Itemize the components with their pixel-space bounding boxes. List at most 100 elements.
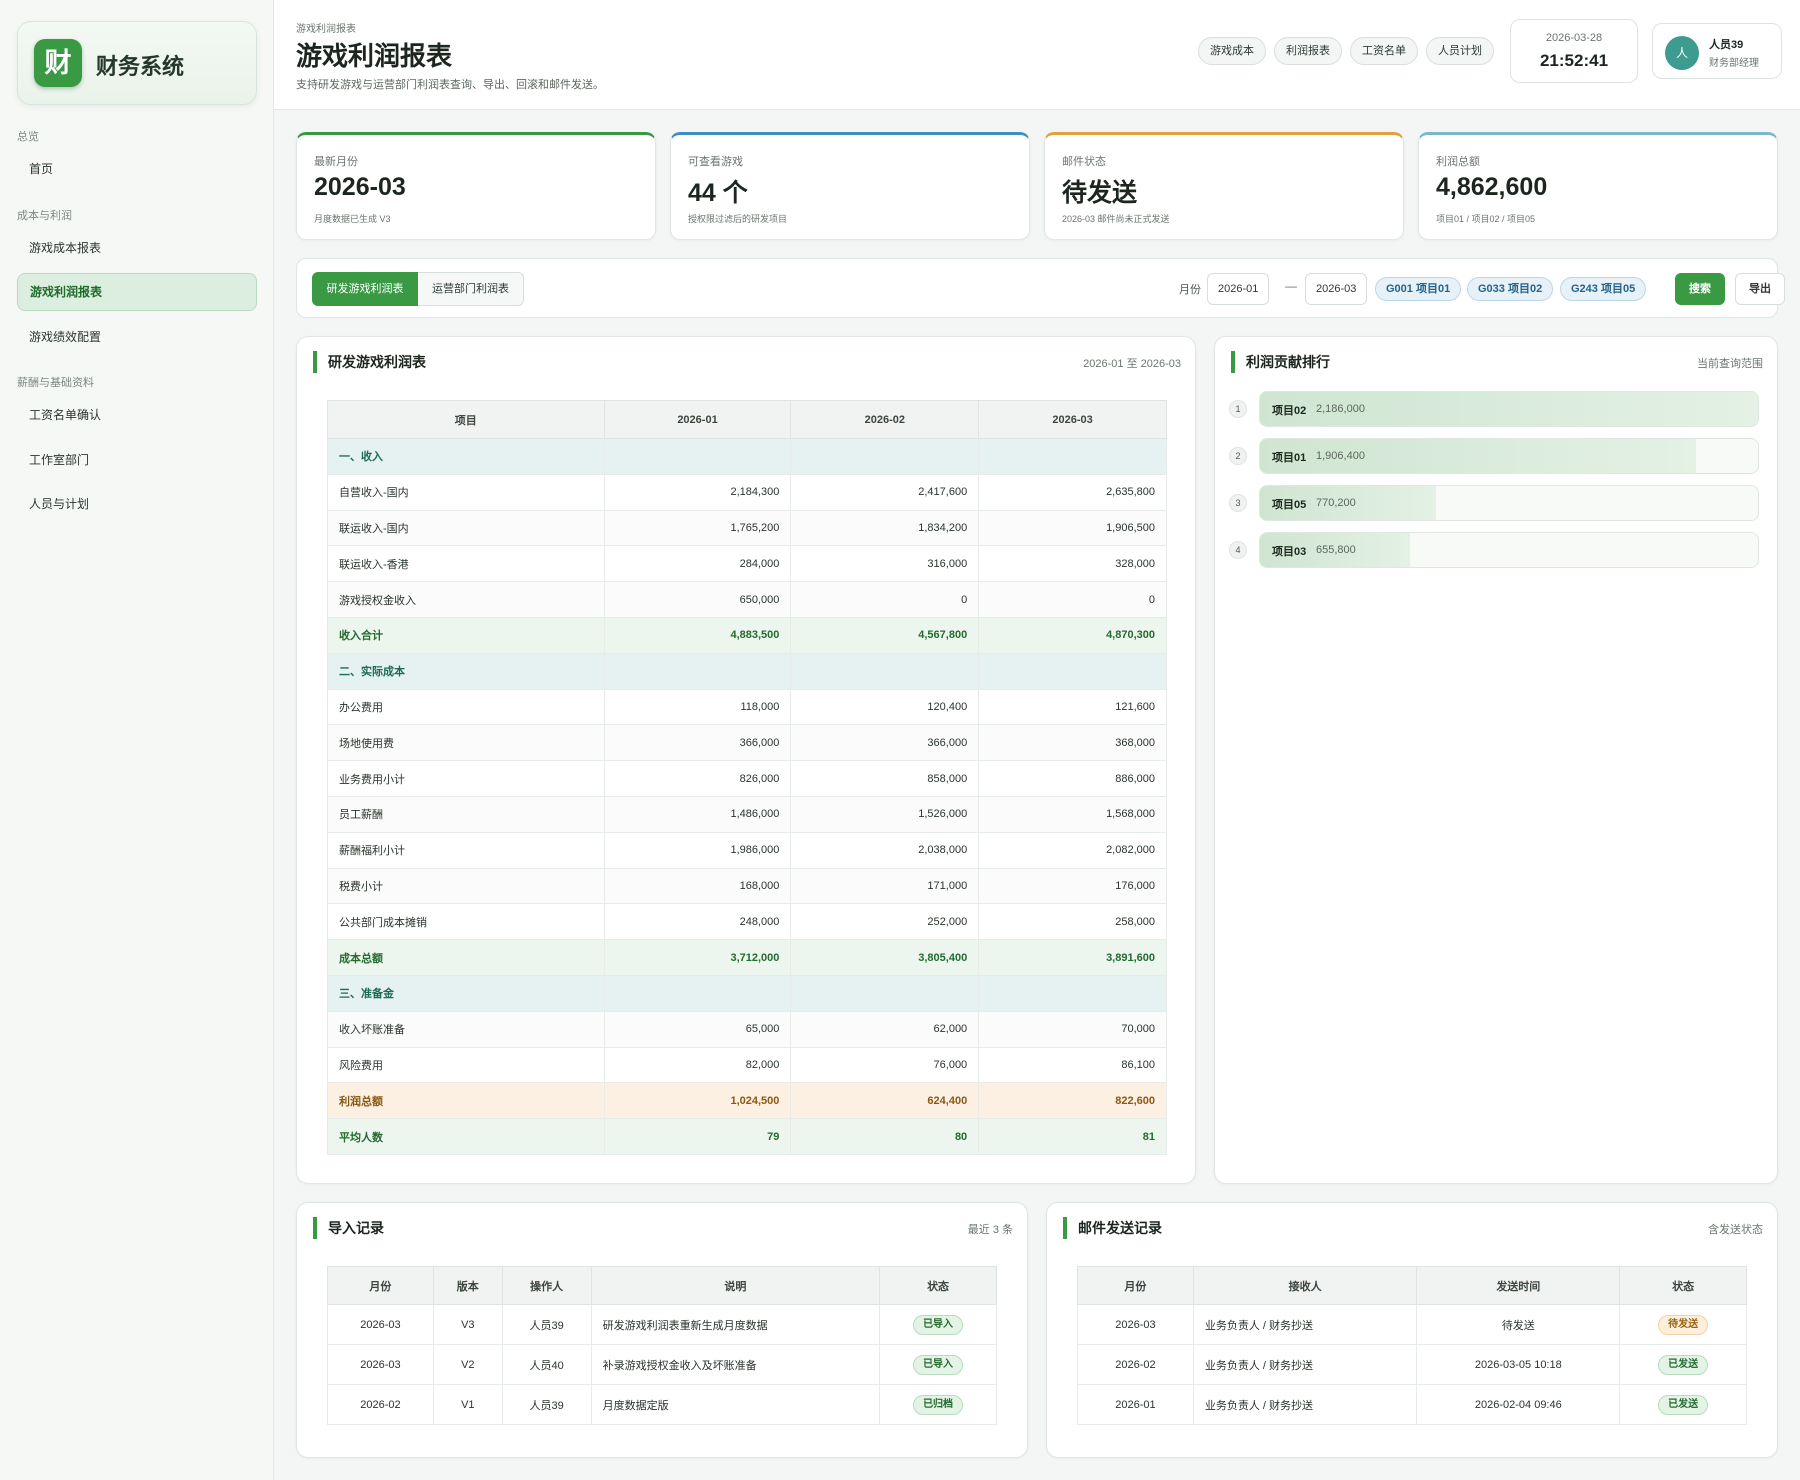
month-cell: 2026-01 [1077, 1384, 1194, 1425]
stat-value: 待发送 [1062, 179, 1138, 207]
panel-title: 邮件发送记录 [1063, 1217, 1162, 1239]
month-value: 1,765,200 [603, 509, 792, 547]
month-value: 0 [790, 581, 980, 618]
rank-number: 4 [1229, 541, 1247, 559]
month-value: 366,000 [603, 724, 792, 762]
top-bar: 游戏利润报表 游戏利润报表 支持研发游戏与运营部门利润表查询、导出、回滚和邮件发… [274, 0, 1800, 110]
tab-rd-game-profit[interactable]: 研发游戏利润表 [312, 272, 418, 306]
row-label: 三、准备金 [327, 974, 605, 1012]
status-cell: 已归档 [879, 1384, 997, 1425]
user-card[interactable]: 人 人员39 财务部经理 [1652, 23, 1782, 79]
month-label: 月份 [1179, 284, 1201, 296]
quick-link-staff-plan[interactable]: 人员计划 [1426, 37, 1494, 65]
column-header: 月份 [1077, 1266, 1194, 1305]
month-value: 284,000 [603, 545, 792, 583]
quick-link-game-cost[interactable]: 游戏成本 [1198, 37, 1266, 65]
ranking-item[interactable]: 4 项目03 655,800 [1229, 532, 1759, 568]
status-badge: 已导入 [913, 1314, 964, 1335]
table-row: 自营收入-国内 2,184,300 2,417,600 2,635,800 [327, 473, 1167, 511]
column-header: 说明 [590, 1266, 881, 1305]
sidebar: 财 财务系统 总览 首页 成本与利润 游戏成本报表 游戏利润报表 游戏绩效配置 … [0, 0, 274, 1480]
sidebar-item-game-profit-report[interactable]: 游戏利润报表 [17, 273, 257, 311]
sidebar-item-staff-plan[interactable]: 人员与计划 [17, 485, 257, 523]
row-label: 场地使用费 [327, 724, 605, 762]
status-badge: 待发送 [1658, 1314, 1709, 1335]
stat-label: 邮件状态 [1062, 156, 1106, 168]
game-chip-g001[interactable]: G001 项目01 [1375, 277, 1462, 301]
row-label: 公共部门成本摊销 [327, 903, 605, 941]
row-label: 成本总额 [327, 939, 605, 976]
page-title: 游戏利润报表 [296, 41, 453, 71]
stat-label: 可查看游戏 [688, 156, 743, 168]
month-value: 80 [790, 1118, 980, 1155]
game-chip-g033[interactable]: G033 项目02 [1467, 277, 1554, 301]
month-value [790, 974, 980, 1012]
table-row: 游戏授权金收入 650,000 0 0 [327, 581, 1167, 618]
project-profit: 770,200 [1316, 497, 1356, 509]
month-value: 248,000 [603, 903, 792, 941]
ranking-bar: 项目05 770,200 [1259, 485, 1759, 521]
sidebar-item-home[interactable]: 首页 [17, 150, 257, 188]
sidebar-item-game-cost-report[interactable]: 游戏成本报表 [17, 229, 257, 267]
table-row: 员工薪酬 1,486,000 1,526,000 1,568,000 [327, 795, 1167, 833]
finance-logo-icon: 财 [34, 39, 82, 87]
status-cell: 已发送 [1619, 1344, 1747, 1385]
ranking-item[interactable]: 1 项目02 2,186,000 [1229, 391, 1759, 427]
month-from-input[interactable]: 2026-01 [1207, 273, 1270, 305]
current-time: 21:52:41 [1539, 51, 1609, 70]
month-value: 252,000 [790, 903, 980, 941]
stat-note: 项目01 / 项目02 / 项目05 [1436, 214, 1536, 224]
sidebar-item-payroll-confirm[interactable]: 工资名单确认 [17, 396, 257, 434]
app-logo-card[interactable]: 财 财务系统 [17, 21, 257, 105]
recipient-cell: 业务负责人 / 财务抄送 [1192, 1304, 1418, 1345]
month-value: 3,712,000 [603, 939, 792, 976]
description-cell: 补录游戏授权金收入及坏账准备 [590, 1344, 881, 1385]
table-row: 2026-03 V2 人员40 补录游戏授权金收入及坏账准备 已导入 [327, 1344, 997, 1385]
table-row: 收入坏账准备 65,000 62,000 70,000 [327, 1010, 1167, 1048]
column-header[interactable]: 2026-01 [603, 400, 792, 439]
month-value: 86,100 [978, 1046, 1167, 1084]
month-value [603, 438, 792, 475]
ranking-bar: 项目01 1,906,400 [1259, 438, 1759, 474]
nav-group-payroll: 薪酬与基础资料 [17, 377, 94, 389]
ranking-item[interactable]: 3 项目05 770,200 [1229, 485, 1759, 521]
row-label: 员工薪酬 [327, 795, 605, 833]
panel-title: 利润贡献排行 [1231, 351, 1330, 373]
sidebar-item-game-performance-config[interactable]: 游戏绩效配置 [17, 318, 257, 356]
column-header: 发送时间 [1416, 1266, 1621, 1305]
month-value: 121,600 [978, 688, 1167, 726]
table-row: 联运收入-香港 284,000 316,000 328,000 [327, 545, 1167, 583]
sidebar-item-studio-departments[interactable]: 工作室部门 [17, 441, 257, 479]
column-header[interactable]: 项目 [327, 400, 605, 439]
stat-note: 2026-03 邮件尚未正式发送 [1062, 214, 1170, 224]
month-value: 1,986,000 [603, 831, 792, 869]
search-button[interactable]: 搜索 [1675, 273, 1725, 305]
row-label: 联运收入-国内 [327, 509, 605, 547]
stat-card-total-profit: 利润总额 4,862,600 项目01 / 项目02 / 项目05 [1418, 132, 1778, 240]
column-header: 月份 [327, 1266, 434, 1305]
quick-link-profit-report[interactable]: 利润报表 [1274, 37, 1342, 65]
table-row: 场地使用费 366,000 366,000 368,000 [327, 724, 1167, 762]
table-row: 2026-02 V1 人员39 月度数据定版 已归档 [327, 1384, 997, 1425]
breadcrumb[interactable]: 游戏利润报表 [296, 20, 356, 35]
ranking-item[interactable]: 2 项目01 1,906,400 [1229, 438, 1759, 474]
column-header: 状态 [1619, 1266, 1747, 1305]
game-chip-g243[interactable]: G243 项目05 [1560, 277, 1647, 301]
month-value: 328,000 [978, 545, 1167, 583]
tab-ops-dept-profit[interactable]: 运营部门利润表 [418, 272, 524, 306]
table-row: 业务费用小计 826,000 858,000 886,000 [327, 760, 1167, 797]
month-value: 2,038,000 [790, 831, 980, 869]
export-button[interactable]: 导出 [1735, 273, 1785, 305]
column-header[interactable]: 2026-03 [978, 400, 1167, 439]
row-label: 风险费用 [327, 1046, 605, 1084]
status-badge: 已归档 [913, 1394, 964, 1415]
rank-number: 1 [1229, 400, 1247, 418]
month-to-input[interactable]: 2026-03 [1305, 273, 1368, 305]
month-value [603, 652, 792, 690]
quick-link-payroll-list[interactable]: 工资名单 [1350, 37, 1418, 65]
month-value: 858,000 [790, 760, 980, 797]
column-header[interactable]: 2026-02 [790, 400, 980, 439]
month-value: 2,417,600 [790, 473, 980, 511]
month-cell: 2026-03 [327, 1304, 434, 1345]
description-cell: 研发游戏利润表重新生成月度数据 [590, 1304, 881, 1345]
